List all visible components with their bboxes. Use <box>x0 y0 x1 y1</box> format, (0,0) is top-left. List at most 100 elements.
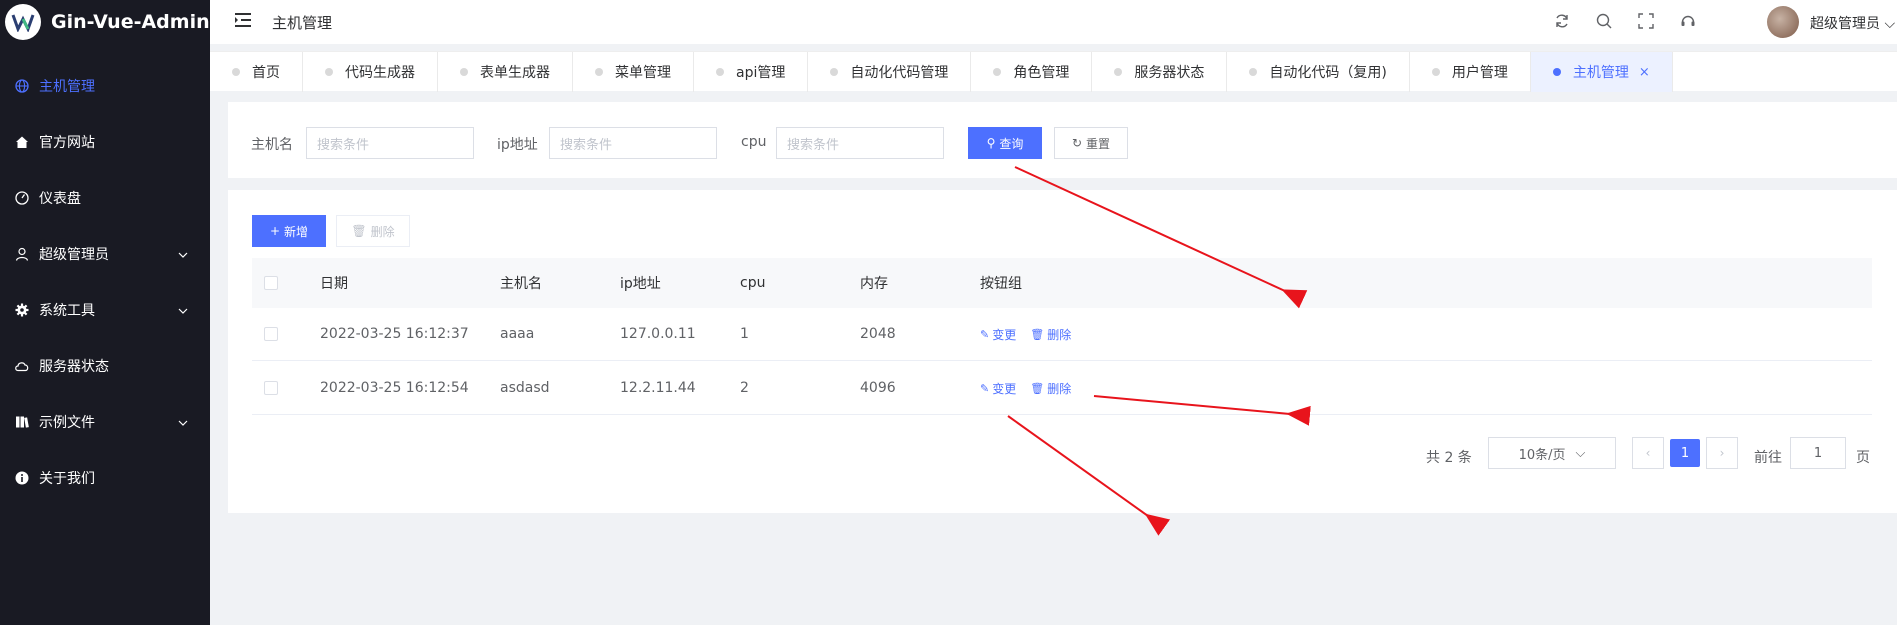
pagination-total: 共 2 条 <box>1426 450 1472 466</box>
table-header: 日期 主机名 ip地址 cpu 内存 按钮组 <box>252 258 1872 308</box>
tab-menu-management[interactable]: 菜单管理 <box>573 52 694 92</box>
delete-label: 删除 <box>1047 381 1072 396</box>
search-icon[interactable] <box>1595 12 1613 30</box>
hostname-input[interactable]: 搜索条件 <box>306 127 474 159</box>
tab-dot-icon <box>1249 68 1258 76</box>
chevron-down-icon <box>178 302 188 318</box>
globe-icon <box>14 78 30 94</box>
sidebar-item-example-files[interactable]: 示例文件 <box>0 394 210 450</box>
tab-dot-icon <box>595 68 603 76</box>
fullscreen-icon[interactable] <box>1637 12 1655 30</box>
tab-dot-icon <box>1114 68 1123 76</box>
bulk-delete-button[interactable]: 🗑 删除 <box>336 215 410 247</box>
column-memory[interactable]: 内存 <box>860 258 888 308</box>
row-checkbox[interactable] <box>264 308 278 360</box>
user-menu[interactable]: 超级管理员 ⌵ <box>1810 13 1895 33</box>
tab-autocode-management[interactable]: 自动化代码管理 <box>808 52 972 92</box>
sidebar-item-server-status[interactable]: 服务器状态 <box>0 338 210 394</box>
refresh-icon[interactable] <box>1553 12 1571 30</box>
cell-actions: ✎ 变更 🗑 删除 <box>980 308 1085 360</box>
delete-button[interactable]: 🗑 删除 <box>1030 326 1071 343</box>
tab-server-status[interactable]: 服务器状态 <box>1092 52 1228 92</box>
edit-icon: ✎ <box>980 327 990 341</box>
user-icon <box>14 246 30 262</box>
tab-api-management[interactable]: api管理 <box>694 52 809 92</box>
add-button[interactable]: + 新增 <box>252 215 326 247</box>
sidebar-item-about-us[interactable]: 关于我们 <box>0 450 210 506</box>
cell-date: 2022-03-25 16:12:37 <box>320 326 469 342</box>
tab-label: 代码生成器 <box>345 65 415 81</box>
tab-label: 首页 <box>252 65 280 81</box>
page-size-select[interactable]: 10条/页 ⌵ <box>1488 437 1616 469</box>
trash-icon: 🗑 <box>1030 327 1045 341</box>
cell-memory: 4096 <box>860 380 896 396</box>
sidebar-item-system-tools[interactable]: 系统工具 <box>0 282 210 338</box>
edit-button[interactable]: ✎ 变更 <box>980 326 1016 343</box>
ip-input[interactable]: 搜索条件 <box>549 127 717 159</box>
tab-role-management[interactable]: 角色管理 <box>971 52 1093 92</box>
tab-label: 自动化代码管理 <box>850 65 949 81</box>
page-size-value: 10条/页 <box>1518 447 1566 463</box>
tab-form-generator[interactable]: 表单生成器 <box>438 52 573 92</box>
cpu-label: cpu <box>741 134 767 150</box>
gear-icon <box>14 302 30 318</box>
tab-dot-icon <box>460 68 468 76</box>
sidebar-item-dashboard[interactable]: 仪表盘 <box>0 170 210 226</box>
folder-icon <box>14 414 30 430</box>
edit-button[interactable]: ✎ 变更 <box>980 380 1016 397</box>
support-icon[interactable] <box>1679 12 1697 30</box>
next-page-button[interactable]: › <box>1706 437 1738 469</box>
edit-label: 变更 <box>992 381 1017 396</box>
tab-autocode-reuse[interactable]: 自动化代码（复用) <box>1227 52 1410 92</box>
column-hostname[interactable]: 主机名 <box>500 258 542 308</box>
cell-cpu: 1 <box>740 326 749 342</box>
cpu-input[interactable]: 搜索条件 <box>776 127 944 159</box>
delete-button[interactable]: 🗑 删除 <box>1030 380 1071 397</box>
add-button-label: 新增 <box>284 224 309 239</box>
sidebar: Gin-Vue-Admin 主机管理 官方网站 仪表盘 超级管理员 系统工具 服… <box>0 0 210 625</box>
cell-cpu: 2 <box>740 380 749 396</box>
logo-icon <box>5 4 41 40</box>
tab-dot-icon <box>993 68 1002 76</box>
prev-page-button[interactable]: ‹ <box>1632 437 1664 469</box>
row-checkbox[interactable] <box>264 362 278 414</box>
tab-dot-icon <box>325 68 333 76</box>
sidebar-item-label: 仪表盘 <box>39 191 81 207</box>
chevron-down-icon: ⌵ <box>1880 16 1896 32</box>
logo[interactable]: Gin-Vue-Admin <box>0 0 210 44</box>
tab-label: 用户管理 <box>1451 65 1508 81</box>
menu-fold-icon[interactable] <box>234 12 252 32</box>
trash-icon: 🗑 <box>1030 381 1045 395</box>
logo-text: Gin-Vue-Admin <box>51 11 210 33</box>
user-name: 超级管理员 <box>1810 16 1880 32</box>
tab-label: 菜单管理 <box>615 65 671 81</box>
delete-label: 删除 <box>1047 327 1072 342</box>
goto-label: 前往 <box>1754 450 1782 466</box>
avatar[interactable] <box>1767 6 1799 38</box>
page-number-current[interactable]: 1 <box>1670 439 1700 467</box>
column-ip[interactable]: ip地址 <box>620 258 661 308</box>
cell-date: 2022-03-25 16:12:54 <box>320 380 469 396</box>
chevron-down-icon <box>178 414 188 430</box>
tab-label: 表单生成器 <box>480 65 550 81</box>
reset-button[interactable]: ↻ 重置 <box>1054 127 1128 159</box>
tab-code-generator[interactable]: 代码生成器 <box>303 52 438 92</box>
select-all-checkbox[interactable] <box>264 258 278 308</box>
sidebar-item-host-management[interactable]: 主机管理 <box>0 58 210 114</box>
sidebar-item-official-site[interactable]: 官方网站 <box>0 114 210 170</box>
goto-page-input[interactable]: 1 <box>1790 437 1846 469</box>
sidebar-item-label: 主机管理 <box>39 79 95 95</box>
sidebar-item-super-admin[interactable]: 超级管理员 <box>0 226 210 282</box>
plus-icon: + <box>269 224 281 238</box>
tab-host-management[interactable]: 主机管理 × <box>1530 52 1673 92</box>
close-icon[interactable]: × <box>1639 65 1650 80</box>
column-cpu[interactable]: cpu <box>740 258 765 308</box>
tab-user-management[interactable]: 用户管理 <box>1410 52 1531 92</box>
search-form: 主机名 搜索条件 ip地址 搜索条件 cpu 搜索条件 ⚲ 查询 ↻ 重置 <box>228 102 1897 178</box>
tab-label: 主机管理 <box>1572 65 1629 81</box>
tab-home[interactable]: 首页 <box>210 52 303 92</box>
column-date[interactable]: 日期 <box>320 258 348 308</box>
trash-icon: 🗑 <box>351 224 367 238</box>
header-tools <box>1553 12 1697 30</box>
query-button[interactable]: ⚲ 查询 <box>968 127 1042 159</box>
